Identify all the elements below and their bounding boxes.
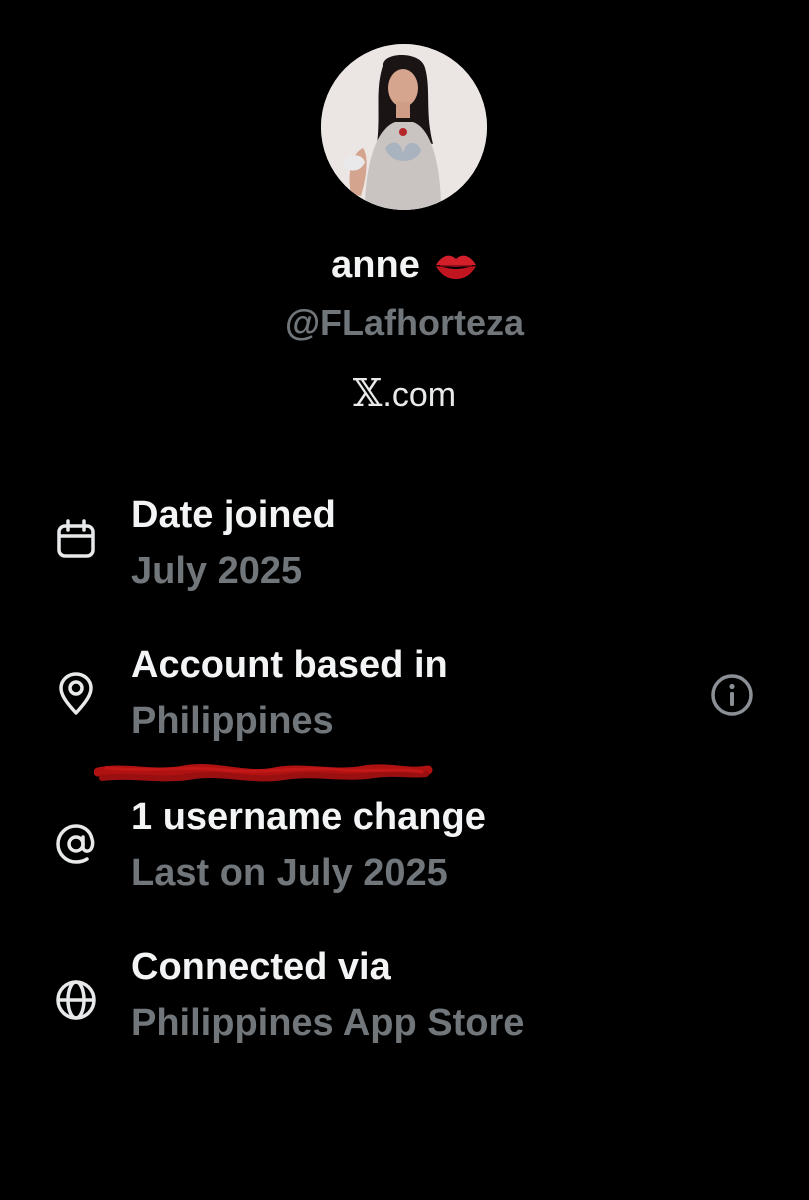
detail-value: Philippines App Store xyxy=(131,1002,525,1044)
info-button[interactable] xyxy=(709,672,755,718)
site-link[interactable]: 𝕏.com xyxy=(0,370,809,418)
detail-label: Connected via xyxy=(131,946,391,988)
info-icon xyxy=(711,674,753,716)
detail-value: July 2025 xyxy=(131,550,303,592)
detail-value: Philippines xyxy=(131,700,334,742)
detail-row-username-change: 1 username change Last on July 2025 xyxy=(0,794,809,904)
globe-icon xyxy=(52,976,100,1024)
detail-label: Account based in xyxy=(131,644,448,686)
display-name-row: anne xyxy=(0,240,809,290)
avatar-photo xyxy=(321,44,487,210)
profile-handle: @FLafhorteza xyxy=(284,302,525,343)
detail-value: Last on July 2025 xyxy=(131,852,448,894)
detail-label: 1 username change xyxy=(131,796,486,838)
detail-label: Date joined xyxy=(131,494,336,536)
detail-row-date-joined: Date joined July 2025 xyxy=(0,492,809,602)
x-logo-icon: 𝕏 xyxy=(352,371,383,415)
site-domain-text: .com xyxy=(382,376,457,414)
kiss-mark-emoji-icon xyxy=(434,244,478,279)
display-name: anne xyxy=(331,244,420,286)
calendar-icon xyxy=(52,516,100,564)
detail-row-connected-via: Connected via Philippines App Store xyxy=(0,944,809,1054)
location-pin-icon xyxy=(52,670,100,718)
detail-row-account-based-in: Account based in Philippines xyxy=(0,642,809,752)
redaction-scribble xyxy=(94,760,434,790)
profile-avatar[interactable] xyxy=(321,44,487,210)
at-sign-icon xyxy=(52,820,100,868)
